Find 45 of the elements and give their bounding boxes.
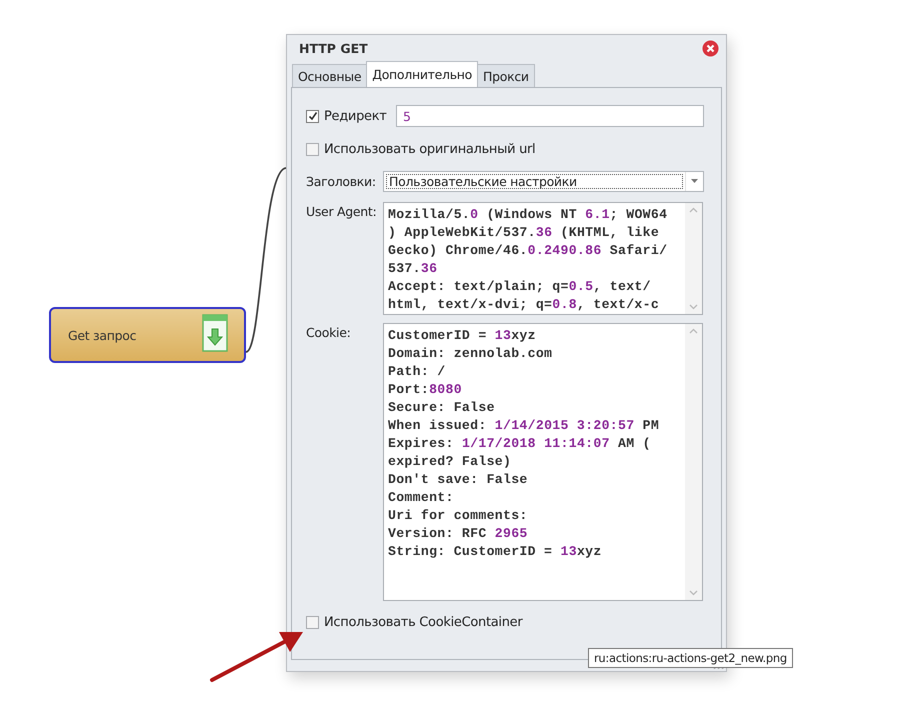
scrollbar[interactable] (685, 203, 702, 314)
checkbox-label[interactable]: Использовать оригинальный url (324, 142, 536, 156)
window-title: HTTP GET (299, 41, 368, 56)
code-line: Gecko) Chrome/46.0.2490.86 Safari/ (388, 242, 668, 260)
code-line: html, text/x-dvi; q=0.8, text/x-c (388, 296, 660, 314)
checkbox[interactable] (306, 142, 319, 156)
checkbox[interactable] (306, 616, 319, 628)
caret-icon[interactable] (691, 179, 698, 183)
checkbox[interactable] (306, 110, 319, 122)
code-line: Domain: zennolab.com (388, 345, 554, 363)
scroll-up-icon[interactable] (689, 207, 698, 213)
code-line: Secure: False (388, 399, 496, 417)
code-line: Version: RFC 2965 (388, 525, 529, 543)
code-line: Uri for comments: (388, 507, 529, 525)
field-label: User Agent: (306, 204, 378, 219)
tab[interactable]: Прокси (477, 64, 535, 87)
tab[interactable]: Основные (292, 64, 368, 87)
code-line: Expires: 1/17/2018 11:14:07 AM ( (388, 435, 652, 453)
scroll-down-icon[interactable] (689, 304, 698, 310)
node-label: Get запрос (68, 328, 136, 342)
tab[interactable]: Дополнительно (366, 61, 478, 87)
checkbox-label[interactable]: Использовать CookieContainer (324, 614, 522, 630)
code-line: 537.36 (388, 260, 438, 278)
code-line: Mozilla/5.0 (Windows NT 6.1; WOW64 (388, 206, 668, 224)
code-line: Comment: (388, 489, 455, 507)
code-line: Accept: text/plain; q=0.5, text/ (388, 278, 652, 296)
code-line: Don't save: False (388, 471, 529, 489)
scrollbar[interactable] (685, 324, 702, 600)
close-icon[interactable] (702, 40, 719, 57)
code-line: expired? False) (388, 453, 512, 471)
code-line: CustomerID = 13xyz (388, 327, 537, 345)
checkbox-label[interactable]: Редирект (324, 108, 387, 124)
input-field[interactable]: 5 (396, 105, 704, 127)
flow-node[interactable]: Get запрос (49, 307, 246, 363)
scroll-down-icon[interactable] (689, 590, 698, 596)
code-line: Port:8080 (388, 381, 463, 399)
dropdown[interactable]: Пользовательские настройки (383, 170, 704, 192)
code-line: When issued: 1/14/2015 3:20:57 PM (388, 417, 660, 435)
field-label: Заголовки: (306, 174, 377, 188)
tooltip: ru:actions:ru-actions-get2_new.png (588, 648, 793, 668)
code-line: String: CustomerID = 13xyz (388, 543, 603, 561)
scroll-up-icon[interactable] (689, 328, 698, 334)
code-line: Path: / (388, 363, 446, 381)
code-line: ) AppleWebKit/537.36 (KHTML, like (388, 224, 660, 242)
field-label: Cookie: (306, 325, 352, 340)
